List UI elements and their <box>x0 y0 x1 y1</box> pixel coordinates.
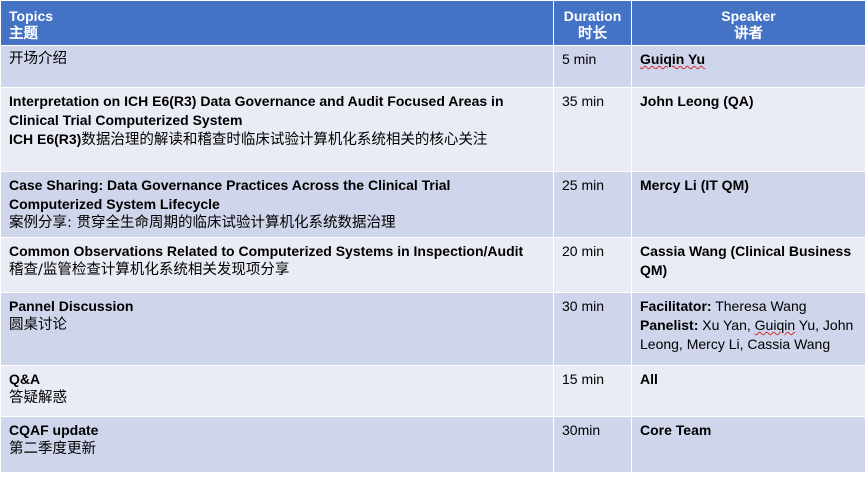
speaker-cell: Cassia Wang (Clinical Business QM) <box>631 237 865 293</box>
agenda-table: Topics 主题 Duration 时长 Speaker 讲者 开场介绍 5 … <box>0 0 865 473</box>
duration-cell: 5 min <box>553 45 632 88</box>
topic-cell: Pannel Discussion 圆桌讨论 <box>0 292 554 366</box>
topic-cn: 答疑解惑 <box>9 390 67 406</box>
topic-cell: Q&A 答疑解惑 <box>0 365 554 417</box>
table-row: Pannel Discussion 圆桌讨论 30 min Facilitato… <box>0 292 865 366</box>
panelist-line: Panelist: Xu Yan, Guiqin Yu, John Leong,… <box>640 316 857 354</box>
header-speaker: Speaker 讲者 <box>631 0 865 46</box>
duration-cell: 35 min <box>553 87 632 172</box>
header-duration-cn: 时长 <box>578 26 607 42</box>
topic-cell: Common Observations Related to Computeri… <box>0 237 554 293</box>
header-topics-cn: 主题 <box>9 26 38 42</box>
facilitator-line: Facilitator: Theresa Wang <box>640 297 857 316</box>
duration-cell: 25 min <box>553 171 632 238</box>
header-speaker-en: Speaker <box>721 8 776 24</box>
header-speaker-cn: 讲者 <box>734 26 763 42</box>
header-row: Topics 主题 Duration 时长 Speaker 讲者 <box>0 0 865 46</box>
speaker-cell: All <box>631 365 865 417</box>
header-duration-en: Duration <box>563 8 622 24</box>
topic-cn: 开场介绍 <box>9 51 67 67</box>
topic-cn: 案例分享: 贯穿全生命周期的临床试验计算机化系统数据治理 <box>9 215 396 231</box>
table-row: Q&A 答疑解惑 15 min All <box>0 365 865 417</box>
panelist-names-a: Xu Yan, <box>698 317 755 333</box>
topic-en: CQAF update <box>9 422 99 438</box>
topic-cell: 开场介绍 <box>0 45 554 88</box>
speaker-cell: Core Team <box>631 416 865 473</box>
facilitator-name: Theresa Wang <box>711 298 807 314</box>
facilitator-label: Facilitator: <box>640 298 712 314</box>
table-row: 开场介绍 5 min Guiqin Yu <box>0 45 865 88</box>
topic-cn-rest: 数据治理的解读和稽查时临床试验计算机化系统相关的核心关注 <box>81 132 488 148</box>
header-topics-en: Topics <box>9 8 54 24</box>
table-row: Common Observations Related to Computeri… <box>0 237 865 293</box>
duration-cell: 15 min <box>553 365 632 417</box>
duration-cell: 30 min <box>553 292 632 366</box>
speaker-cell: John Leong (QA) <box>631 87 865 172</box>
speaker-cell: Guiqin Yu <box>631 45 865 88</box>
topic-en: Q&A <box>9 371 41 387</box>
topic-cell: Interpretation on ICH E6(R3) Data Govern… <box>0 87 554 172</box>
table-row: Case Sharing: Data Governance Practices … <box>0 171 865 238</box>
duration-cell: 30min <box>553 416 632 473</box>
speaker-name: Guiqin Yu <box>640 51 706 67</box>
speaker-cell: Mercy Li (IT QM) <box>631 171 865 238</box>
topic-cn-prefix: ICH E6(R3) <box>9 131 82 147</box>
topic-cell: Case Sharing: Data Governance Practices … <box>0 171 554 238</box>
table-row: Interpretation on ICH E6(R3) Data Govern… <box>0 87 865 172</box>
topic-cn: 圆桌讨论 <box>9 317 67 333</box>
panelist-label: Panelist: <box>640 317 699 333</box>
table-row: CQAF update 第二季度更新 30min Core Team <box>0 416 865 473</box>
speaker-cell: Facilitator: Theresa Wang Panelist: Xu Y… <box>631 292 865 366</box>
topic-en: Case Sharing: Data Governance Practices … <box>9 177 451 212</box>
topic-en: Pannel Discussion <box>9 298 134 314</box>
panelist-names-b: Guiqin <box>754 317 796 333</box>
duration-cell: 20 min <box>553 237 632 293</box>
header-duration: Duration 时长 <box>553 0 632 46</box>
topic-en: Interpretation on ICH E6(R3) Data Govern… <box>9 93 504 128</box>
header-topics: Topics 主题 <box>0 0 554 46</box>
topic-cell: CQAF update 第二季度更新 <box>0 416 554 473</box>
topic-cn: ICH E6(R3)数据治理的解读和稽查时临床试验计算机化系统相关的核心关注 <box>9 130 545 150</box>
topic-en: Common Observations Related to Computeri… <box>9 243 524 259</box>
topic-cn: 第二季度更新 <box>9 441 96 457</box>
topic-cn: 稽查/监管检查计算机化系统相关发现项分享 <box>9 262 290 278</box>
